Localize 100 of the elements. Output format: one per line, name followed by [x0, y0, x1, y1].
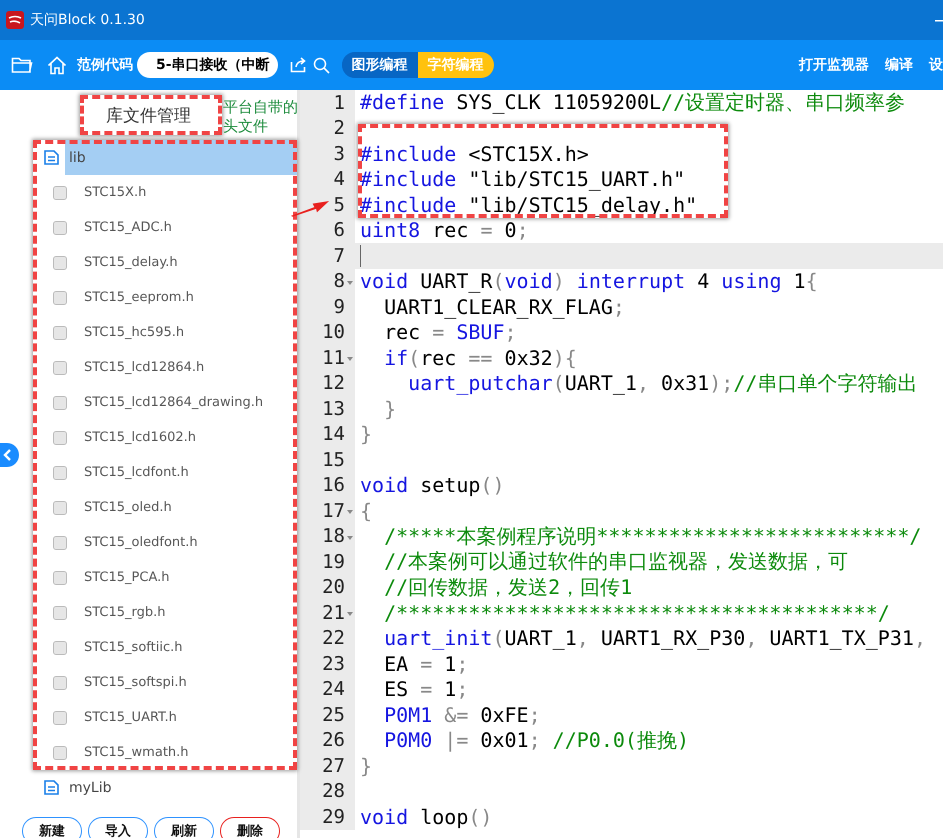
file-name[interactable]: STC15_lcdfont.h — [84, 465, 189, 480]
code-line: uint8 rec = 0; — [360, 218, 529, 242]
code-line: //本案例可以通过软件的串口监视器，发送数据，可 — [383, 548, 848, 576]
line-number: 4 — [334, 168, 345, 190]
code-line: } — [383, 396, 396, 421]
code-line: { — [360, 498, 372, 523]
panel-button[interactable]: 刷新 — [154, 817, 214, 838]
line-number: 6 — [334, 219, 345, 242]
code-line: EA = 1; — [383, 652, 468, 676]
code-line: } — [360, 754, 372, 778]
search-icon[interactable] — [312, 56, 330, 74]
file-name[interactable]: STC15_ADC.h — [84, 220, 172, 235]
file-name[interactable]: STC15_rgb.h — [84, 605, 166, 620]
line-number: 10 — [322, 321, 345, 344]
checkbox[interactable] — [53, 466, 67, 480]
checkbox[interactable] — [53, 640, 67, 654]
share-icon[interactable] — [290, 57, 307, 73]
fold-icon[interactable] — [347, 536, 353, 540]
file-name[interactable]: STC15_oledfont.h — [84, 535, 198, 550]
line-number: 25 — [322, 704, 345, 726]
code-line: } — [360, 422, 372, 446]
code-line: ES = 1; — [383, 677, 468, 702]
app-logo-icon — [6, 11, 24, 29]
file-name[interactable]: STC15_UART.h — [84, 710, 177, 725]
code-line: rec = SBUF; — [383, 320, 517, 344]
panel-button[interactable]: 删除 — [220, 817, 280, 838]
file-name[interactable]: STC15_lcd1602.h — [84, 430, 196, 445]
code-line: if(rec == 0x32){ — [383, 346, 577, 370]
file-name[interactable]: STC15_wmath.h — [84, 745, 189, 760]
code-line: #include "lib/STC15_delay.h" — [360, 192, 698, 217]
file-name[interactable]: STC15_hc595.h — [84, 325, 184, 340]
checkbox[interactable] — [53, 256, 67, 270]
line-number: 24 — [322, 678, 345, 700]
collapse-icon[interactable] — [0, 443, 19, 467]
panel-button[interactable]: 导入 — [88, 817, 148, 838]
file-name[interactable]: STC15_oled.h — [84, 500, 172, 515]
minimize-icon[interactable] — [935, 20, 943, 22]
code-line: /****************************************/ — [383, 600, 890, 625]
checkbox[interactable] — [53, 710, 67, 724]
fold-icon[interactable] — [347, 510, 353, 514]
line-number: 3 — [334, 142, 345, 165]
file-name[interactable]: STC15X.h — [84, 185, 146, 200]
annotation-note: 平台自带的头文件 — [223, 98, 299, 136]
file-name[interactable]: STC15_PCA.h — [84, 570, 170, 585]
fold-icon[interactable] — [347, 280, 353, 284]
fold-icon[interactable] — [347, 612, 353, 616]
line-number: 19 — [322, 550, 345, 573]
line-number: 17 — [322, 500, 345, 522]
checkbox[interactable] — [53, 396, 67, 410]
checkbox[interactable] — [53, 360, 67, 374]
line-number: 23 — [322, 652, 345, 675]
line-number: 20 — [322, 576, 345, 598]
line-number: 27 — [322, 754, 345, 777]
line-number: 13 — [322, 398, 345, 420]
example-select-field[interactable]: 5-串口接收（中断 — [137, 52, 278, 78]
code-line: P0M1 &= 0xFE; — [383, 702, 541, 727]
document-icon — [44, 150, 59, 165]
file-name[interactable]: STC15_delay.h — [84, 255, 178, 270]
checkbox[interactable] — [53, 570, 67, 584]
checkbox[interactable] — [53, 290, 67, 304]
line-number: 9 — [334, 296, 345, 318]
file-name[interactable]: STC15_softiic.h — [84, 640, 182, 655]
code-line: #include "lib/STC15_UART.h" — [360, 167, 686, 192]
checkbox[interactable] — [53, 326, 67, 340]
line-number: 18 — [322, 525, 345, 548]
line-number: 16 — [322, 474, 345, 496]
code-line: void UART_R(void) interrupt 4 using 1{ — [360, 269, 818, 294]
document-icon — [44, 780, 59, 795]
line-number: 28 — [322, 780, 345, 802]
line-number: 15 — [322, 448, 345, 471]
folder-icon[interactable] — [11, 56, 33, 74]
checkbox[interactable] — [53, 746, 67, 760]
code-line: uart_init(UART_1, UART1_RX_P30, UART1_TX_P31, — [383, 626, 926, 650]
text-cursor — [360, 244, 361, 267]
code-line: void loop() — [360, 804, 492, 829]
panel-button[interactable]: 新建 — [22, 817, 82, 838]
line-number: 2 — [334, 117, 345, 140]
checkbox[interactable] — [53, 186, 67, 200]
file-name[interactable]: STC15_lcd12864_drawing.h — [84, 395, 264, 410]
home-icon[interactable] — [47, 56, 67, 74]
file-name[interactable]: STC15_softspi.h — [84, 675, 187, 690]
line-number: 26 — [322, 729, 345, 752]
tree-folder[interactable]: myLib — [0, 770, 297, 805]
checkbox[interactable] — [53, 536, 67, 550]
code-line: //回传数据，发送2，回传1 — [383, 574, 632, 601]
checkbox[interactable] — [53, 500, 67, 514]
file-name[interactable]: STC15_lcd12864.h — [84, 360, 204, 375]
annotation-arrow — [290, 198, 330, 218]
line-number: 8 — [334, 270, 345, 292]
line-number: 11 — [322, 346, 345, 369]
checkbox[interactable] — [53, 220, 67, 234]
code-line: #include <STC15X.h> — [360, 142, 589, 166]
panel-title: 库文件管理 — [106, 104, 191, 126]
checkbox[interactable] — [53, 676, 67, 690]
checkbox[interactable] — [53, 430, 67, 444]
line-number: 12 — [322, 372, 345, 394]
checkbox[interactable] — [53, 606, 67, 620]
file-name[interactable]: STC15_eeprom.h — [84, 290, 194, 305]
line-number: 22 — [322, 627, 345, 650]
fold-icon[interactable] — [347, 357, 353, 361]
